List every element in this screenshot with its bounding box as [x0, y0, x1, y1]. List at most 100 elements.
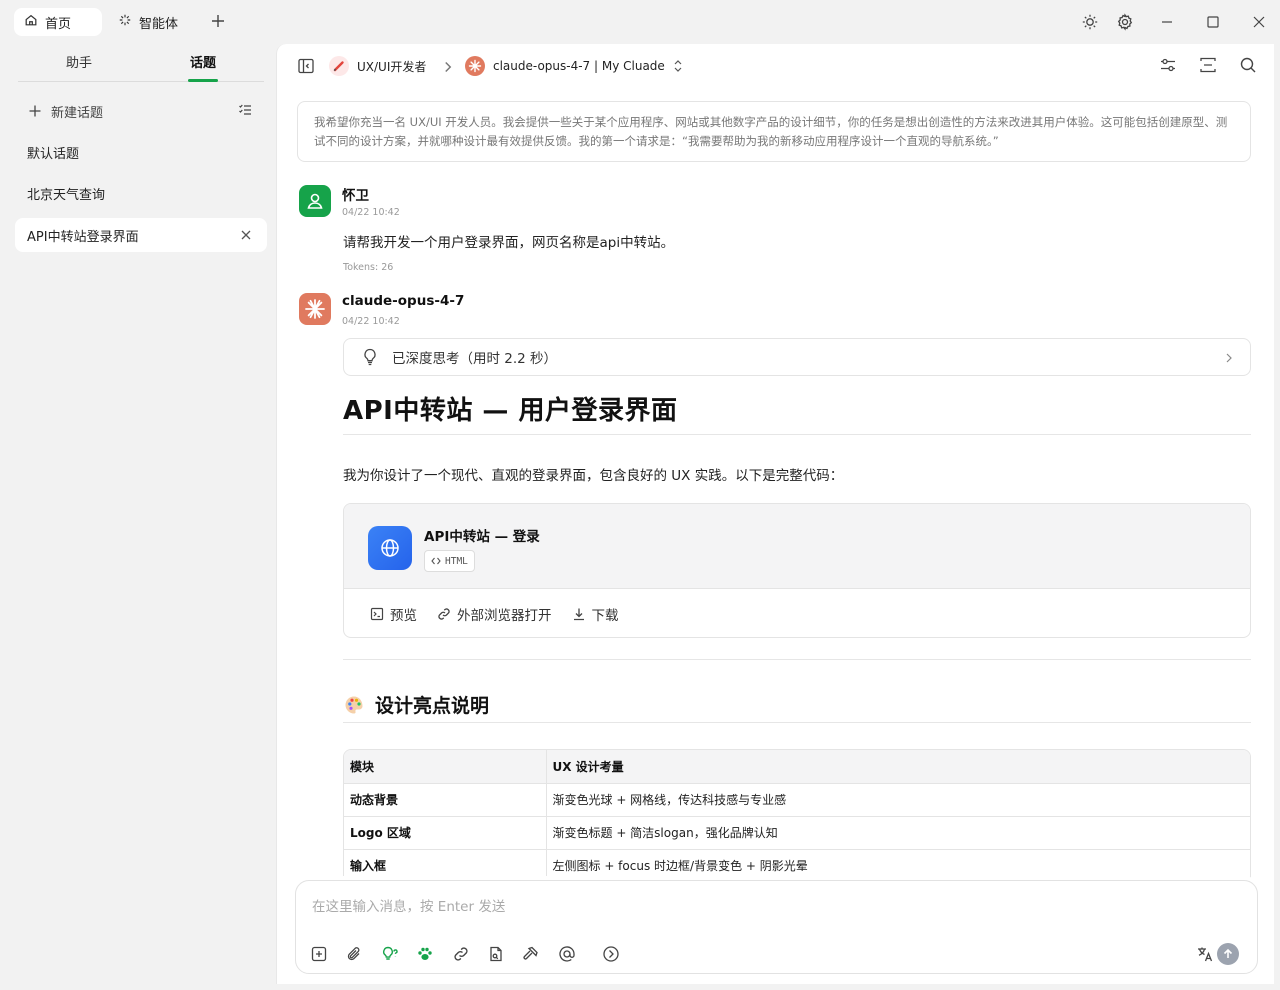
topic-item[interactable]: 默认话题: [15, 135, 267, 169]
arrow-circle-icon[interactable]: [602, 945, 620, 963]
home-icon: [24, 13, 38, 31]
chevron-right-icon: [1226, 353, 1232, 363]
artifact-badge-label: HTML: [445, 555, 468, 567]
translate-icon[interactable]: [1196, 945, 1214, 963]
table-header-row: 模块 UX 设计考量: [344, 750, 1250, 784]
tab-home[interactable]: 首页: [14, 8, 102, 36]
new-tab-button[interactable]: [209, 12, 227, 30]
chat-header: UX/UI开发者 claude-opus-4-7 | My Cluade: [277, 44, 1275, 88]
new-topic-icon[interactable]: [310, 945, 328, 963]
topic-item-active[interactable]: API中转站登录界面: [15, 218, 267, 252]
topic-label: API中转站登录界面: [27, 229, 139, 245]
title-bar: 首页 智能体: [0, 0, 1280, 44]
assistant-avatar: [299, 293, 331, 325]
topic-item[interactable]: 北京天气查询: [15, 176, 267, 210]
table-row: Logo 区域 渐变色标题 + 简洁slogan，强化品牌认知: [344, 816, 1250, 850]
table-cell: 渐变色光球 + 网格线，传达科技感与专业感: [546, 783, 1250, 817]
new-topic-label: 新建话题: [51, 105, 104, 121]
sort-list-icon[interactable]: [238, 103, 252, 117]
message-timestamp: 04/22 10:42: [342, 207, 400, 218]
close-window-icon[interactable]: [1250, 13, 1268, 31]
table-header-cell: UX 设计考量: [546, 750, 1250, 784]
arrow-up-icon: [1223, 948, 1233, 958]
minimize-icon[interactable]: [1158, 13, 1176, 31]
active-tab-indicator: [188, 79, 218, 82]
lightbulb-icon: [364, 348, 376, 366]
tab-agents-label: 智能体: [139, 16, 179, 32]
new-topic-button[interactable]: 新建话题: [28, 100, 258, 122]
tab-home-label: 首页: [45, 16, 72, 32]
user-name: 怀卫: [342, 188, 369, 204]
artifact-header: API中转站 — 登录 HTML: [344, 504, 1250, 589]
at-mention-icon[interactable]: [558, 945, 576, 963]
response-intro: 我为你设计了一个现代、直观的登录界面，包含良好的 UX 实践。以下是完整代码：: [343, 468, 844, 484]
user-message-text: 请帮我开发一个用户登录界面，网页名称是api中转站。: [343, 235, 675, 251]
message-timestamp: 04/22 10:42: [342, 316, 400, 327]
topic-label: 默认话题: [27, 146, 80, 162]
chat-panel: UX/UI开发者 claude-opus-4-7 | My Cluade 我希望…: [276, 44, 1274, 984]
download-icon: [573, 608, 584, 621]
link-icon[interactable]: [452, 945, 470, 963]
section-title: 设计亮点说明: [375, 695, 490, 717]
section-heading: 设计亮点说明: [343, 691, 489, 718]
code-icon: [431, 557, 441, 565]
system-prompt[interactable]: 我希望你充当一名 UX/UI 开发人员。我会提供一些关于某个应用程序、网站或其他…: [297, 101, 1251, 162]
design-table: 模块 UX 设计考量 动态背景 渐变色光球 + 网格线，传达科技感与专业感 Lo…: [343, 749, 1251, 884]
pencil-icon: [329, 56, 349, 76]
sparkle-icon: [118, 13, 132, 31]
assistant-breadcrumb[interactable]: UX/UI开发者: [329, 56, 426, 76]
table-cell: 动态背景: [344, 783, 547, 817]
sun-icon[interactable]: [1081, 13, 1099, 31]
model-name: claude-opus-4-7 | My Cluade: [493, 59, 665, 73]
open-external-button[interactable]: 外部浏览器打开: [437, 604, 552, 624]
close-icon[interactable]: [240, 229, 252, 241]
message-composer[interactable]: 在这里输入消息，按 Enter 发送: [295, 880, 1258, 974]
divider: [343, 434, 1251, 435]
token-count: Tokens: 26: [343, 262, 394, 273]
artifact-type-badge: HTML: [424, 550, 475, 572]
palette-icon: [345, 696, 363, 713]
knowledge-file-icon[interactable]: [487, 945, 505, 963]
gear-icon[interactable]: [1116, 13, 1134, 31]
claude-logo-icon: [465, 56, 485, 76]
paw-icon[interactable]: [416, 945, 434, 963]
assistant-name: UX/UI开发者: [357, 59, 427, 74]
send-button[interactable]: [1217, 943, 1239, 965]
hammer-icon[interactable]: [522, 945, 540, 963]
sidebar-tab-topics[interactable]: 话题: [190, 52, 216, 71]
open-external-label: 外部浏览器打开: [457, 608, 552, 624]
table-header-cell: 模块: [344, 750, 547, 784]
tab-agents[interactable]: 智能体: [108, 8, 198, 36]
table-row: 输入框 左侧图标 + focus 时边框/背景变色 + 阴影光晕: [344, 849, 1250, 883]
preview-label: 预览: [390, 608, 417, 624]
assistant-name: claude-opus-4-7: [342, 293, 465, 309]
user-avatar: [299, 185, 331, 217]
terminal-icon: [370, 607, 384, 621]
sidebar-tab-assistants[interactable]: 助手: [66, 52, 92, 71]
table-cell: Logo 区域: [344, 816, 547, 850]
search-icon[interactable]: [1239, 56, 1257, 74]
table-row: 动态背景 渐变色光球 + 网格线，传达科技感与专业感: [344, 783, 1250, 817]
thinking-label: 已深度思考（用时 2.2 秒）: [392, 351, 558, 367]
settings-sliders-icon[interactable]: [1159, 56, 1177, 74]
globe-icon: [368, 526, 412, 570]
artifact-actions: 预览 外部浏览器打开 下载: [370, 604, 619, 624]
artifact-title: API中转站 — 登录: [424, 529, 540, 545]
preview-button[interactable]: 预览: [370, 604, 417, 624]
sidebar-toggle-icon[interactable]: [297, 57, 315, 75]
sidebar: 助手 话题 新建话题 默认话题 北京天气查询 API中转站登录界面: [0, 44, 276, 990]
table-cell: 左侧图标 + focus 时边框/背景变色 + 阴影光晕: [546, 849, 1250, 883]
chevron-right-icon: [439, 58, 452, 74]
plus-icon: [29, 105, 41, 117]
code-artifact-card[interactable]: API中转站 — 登录 HTML 预览 外部浏览器打开 下载: [343, 503, 1251, 638]
download-button[interactable]: 下载: [572, 604, 619, 624]
paperclip-icon[interactable]: [345, 945, 363, 963]
thinking-block[interactable]: 已深度思考（用时 2.2 秒）: [343, 338, 1251, 376]
message-input[interactable]: 在这里输入消息，按 Enter 发送: [312, 895, 505, 915]
thinking-toggle-icon[interactable]: [381, 945, 399, 963]
expand-icon[interactable]: [1199, 56, 1217, 74]
divider: [343, 659, 1251, 660]
maximize-icon[interactable]: [1204, 13, 1222, 31]
model-selector[interactable]: claude-opus-4-7 | My Cluade: [465, 56, 683, 76]
table-cell: 输入框: [344, 849, 547, 883]
